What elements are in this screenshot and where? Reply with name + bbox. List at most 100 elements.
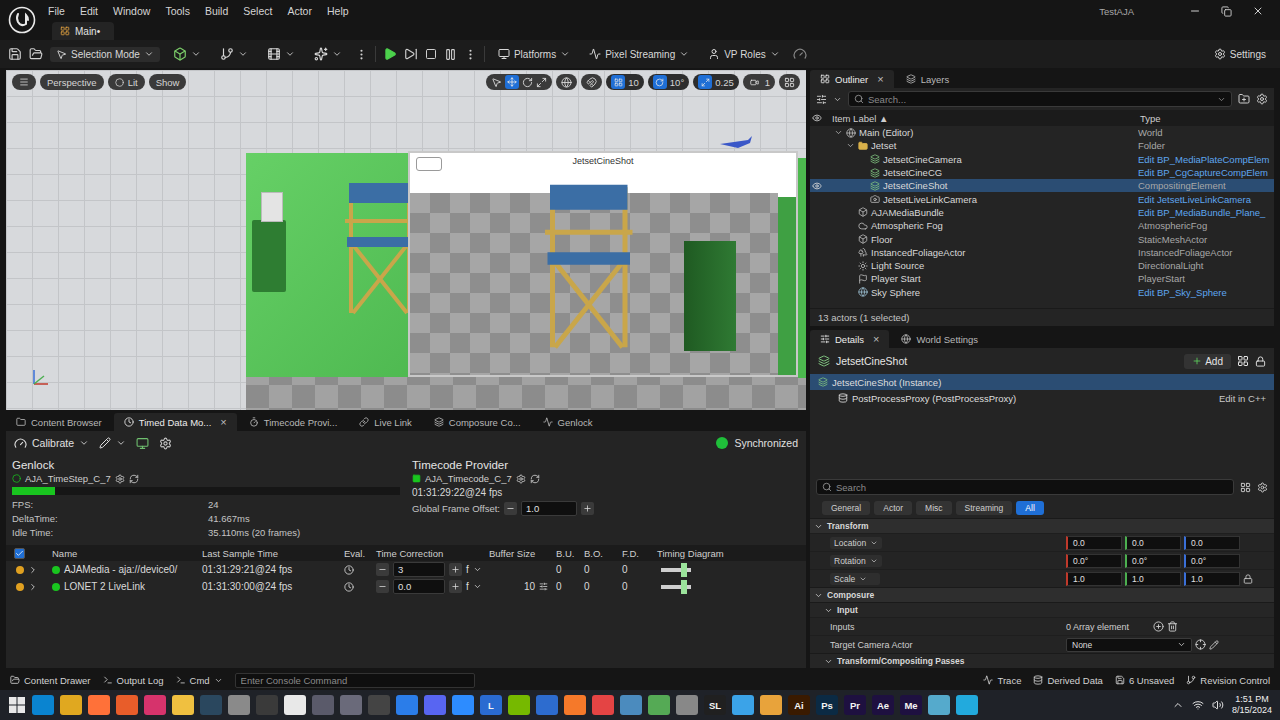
taskbar-app[interactable]: [228, 695, 250, 715]
play-icon[interactable]: [383, 47, 397, 61]
taskbar-app[interactable]: [956, 695, 978, 715]
column-header[interactable]: F.D.: [620, 548, 655, 559]
section-header[interactable]: Transform/Compositing Passes: [810, 653, 1274, 668]
taskbar-app[interactable]: [368, 695, 390, 715]
surface-snap[interactable]: [581, 74, 602, 90]
item-type[interactable]: Edit JetsetLiveLinkCamera: [1138, 194, 1274, 205]
decrement-button[interactable]: [376, 580, 389, 593]
time-correction-field[interactable]: 0.0: [393, 579, 445, 594]
search-field[interactable]: [816, 479, 1234, 495]
buffer-icon[interactable]: [539, 582, 548, 591]
axis-field[interactable]: 0.0: [1066, 536, 1122, 550]
outliner-row[interactable]: JetsetCineCameraEdit BP_MediaPlateCompEl…: [810, 153, 1274, 166]
unreal-logo-icon[interactable]: [8, 6, 36, 34]
increment-button[interactable]: [449, 580, 462, 593]
cinematics-dropdown[interactable]: [261, 45, 301, 63]
component-action[interactable]: Edit in C++: [1219, 393, 1266, 404]
snap-setting[interactable]: 10°: [648, 74, 689, 90]
taskbar-app[interactable]: [256, 695, 278, 715]
item-type[interactable]: Edit BP_CgCaptureCompElem: [1138, 167, 1274, 178]
panel-tab[interactable]: Details×: [810, 330, 889, 348]
taskbar-app[interactable]: Ai: [788, 695, 810, 715]
component-row[interactable]: PostProcessProxy (PostProcessProxy)Edit …: [810, 390, 1274, 406]
table-row[interactable]: AJAMedia - aja://device0/01:31:29:21@24 …: [6, 561, 806, 578]
outliner-row[interactable]: Light SourceDirectionalLight: [810, 259, 1274, 272]
viewport-button[interactable]: Show: [149, 74, 187, 90]
time-correction-field[interactable]: 3: [393, 562, 445, 577]
property-dropdown[interactable]: Rotation: [830, 555, 882, 567]
axis-field[interactable]: 1.0: [1184, 572, 1240, 586]
column-header[interactable]: Type: [1138, 113, 1274, 124]
content-icon[interactable]: [29, 47, 43, 61]
menu-item[interactable]: File: [48, 5, 65, 17]
outliner-row[interactable]: JetsetFolder: [810, 139, 1274, 152]
panel-tab[interactable]: World Settings: [891, 330, 988, 348]
taskbar-app[interactable]: [284, 695, 306, 715]
column-header[interactable]: Name: [50, 548, 200, 559]
tab-close[interactable]: ×: [877, 73, 883, 85]
scale-icon[interactable]: [536, 77, 547, 88]
outliner-row[interactable]: Sky SphereEdit BP_Sky_Sphere: [810, 286, 1274, 299]
eval-icon[interactable]: [344, 582, 354, 592]
column-header[interactable]: B.O.: [582, 548, 620, 559]
menu-item[interactable]: Help: [327, 5, 349, 17]
unit-label[interactable]: f: [466, 564, 469, 575]
outliner-row[interactable]: AJAMediaBundleEdit BP_MediaBundle_Plane_: [810, 206, 1274, 219]
panel-tab[interactable]: Content Browser: [6, 413, 112, 431]
taskbar-app[interactable]: [732, 695, 754, 715]
new-folder-icon[interactable]: [1238, 93, 1250, 105]
status-item[interactable]: 6 Unsaved: [1115, 675, 1174, 686]
filter-chip[interactable]: Misc: [916, 501, 951, 515]
chevron-down-icon[interactable]: [473, 565, 482, 574]
axis-field[interactable]: 0.0°: [1066, 554, 1122, 568]
taskbar-app[interactable]: Ae: [872, 695, 894, 715]
property-dropdown[interactable]: Location: [830, 537, 882, 549]
reset-button[interactable]: [99, 437, 126, 449]
column-header[interactable]: Time Correction: [374, 548, 487, 559]
taskbar-app[interactable]: L: [480, 695, 502, 715]
taskbar-app[interactable]: [760, 695, 782, 715]
snap-toggle[interactable]: [698, 75, 712, 89]
toolbar-menu[interactable]: Platforms: [492, 46, 576, 62]
monitor-icon[interactable]: [136, 437, 149, 450]
decrement-button[interactable]: [376, 563, 389, 576]
calibrate-button[interactable]: Calibrate: [14, 437, 89, 450]
tray-expand-icon[interactable]: [1172, 699, 1184, 711]
menu-item[interactable]: Build: [205, 5, 228, 17]
viewport[interactable]: JetsetCineShotPerspectiveLitShow1010°0.2…: [6, 70, 806, 410]
chevron-down-icon[interactable]: [473, 582, 482, 591]
outliner-row[interactable]: JetsetCineCGEdit BP_CgCaptureCompElem: [810, 166, 1274, 179]
axis-field[interactable]: 0.0: [1125, 536, 1181, 550]
taskbar-app[interactable]: Me: [900, 695, 922, 715]
filter-chip[interactable]: All: [1016, 501, 1043, 515]
lock-icon[interactable]: [1243, 574, 1253, 584]
menu-item[interactable]: Tools: [165, 5, 190, 17]
offset-field[interactable]: 1.0: [521, 501, 577, 516]
axis-field[interactable]: 0.0°: [1125, 554, 1181, 568]
grid-icon[interactable]: [1240, 482, 1251, 493]
select-icon[interactable]: [491, 77, 502, 88]
menu-item[interactable]: Actor: [287, 5, 312, 17]
snap-toggle[interactable]: [653, 75, 667, 89]
windows-start-icon[interactable]: [8, 696, 26, 714]
search-input[interactable]: [836, 482, 1228, 493]
section-header[interactable]: Transform: [810, 518, 1274, 533]
unit-label[interactable]: f: [466, 581, 469, 592]
column-header[interactable]: Last Sample Time: [200, 548, 342, 559]
item-type[interactable]: Edit BP_MediaPlateCompElem: [1138, 154, 1274, 165]
select-box[interactable]: None: [1066, 638, 1192, 652]
chevron-down-icon[interactable]: [833, 95, 842, 104]
snap-toggle[interactable]: [611, 75, 625, 89]
taskbar-app[interactable]: [508, 695, 530, 715]
snap-setting[interactable]: 10: [606, 74, 644, 90]
pencil-icon[interactable]: [1209, 640, 1219, 650]
taskbar-app[interactable]: [536, 695, 558, 715]
tab-close[interactable]: ×: [873, 333, 879, 345]
taskbar-app[interactable]: SL: [704, 695, 726, 715]
eval-icon[interactable]: [344, 565, 354, 575]
add-component-button[interactable]: Add: [1184, 354, 1231, 369]
panel-tab[interactable]: Live Link: [349, 413, 422, 431]
close-icon[interactable]: [1252, 5, 1264, 17]
panel-tab[interactable]: Timecode Provi...: [239, 413, 348, 431]
console-input[interactable]: [241, 675, 469, 686]
